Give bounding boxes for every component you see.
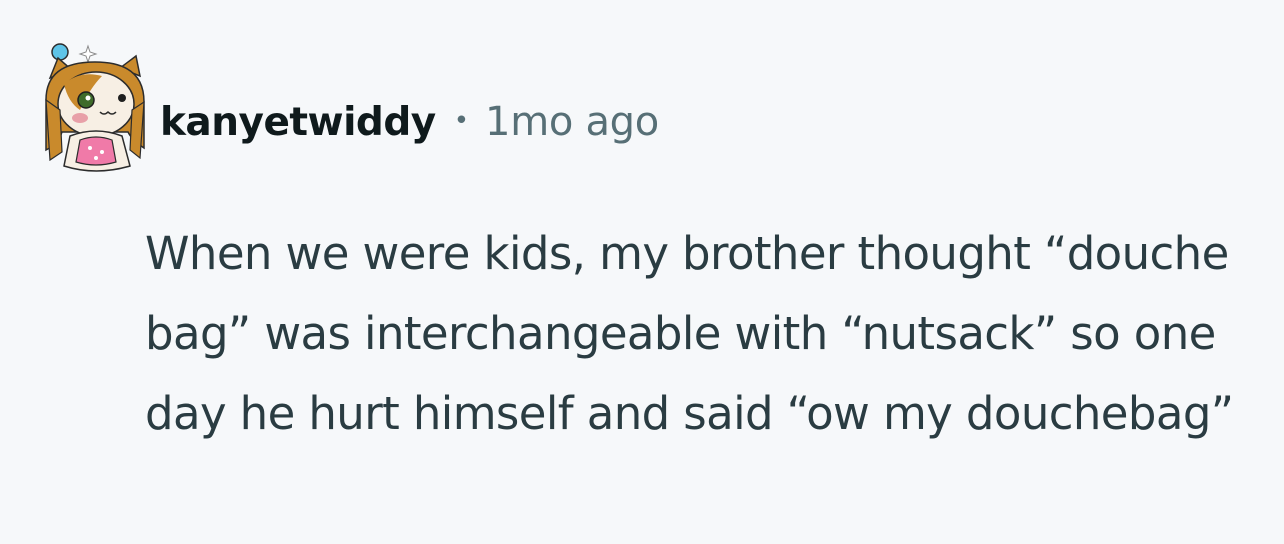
comment-meta: kanyetwiddy • 1mo ago <box>160 92 659 152</box>
timestamp[interactable]: 1mo ago <box>485 99 659 145</box>
comment-body: When we were kids, my brother thought “d… <box>145 227 1234 440</box>
username-link[interactable]: kanyetwiddy <box>160 100 436 145</box>
avatar[interactable] <box>40 40 150 172</box>
meta-separator: • <box>453 106 470 136</box>
snoo-avatar-icon <box>45 43 145 172</box>
comment: kanyetwiddy • 1mo ago When we were kids,… <box>0 0 1284 544</box>
